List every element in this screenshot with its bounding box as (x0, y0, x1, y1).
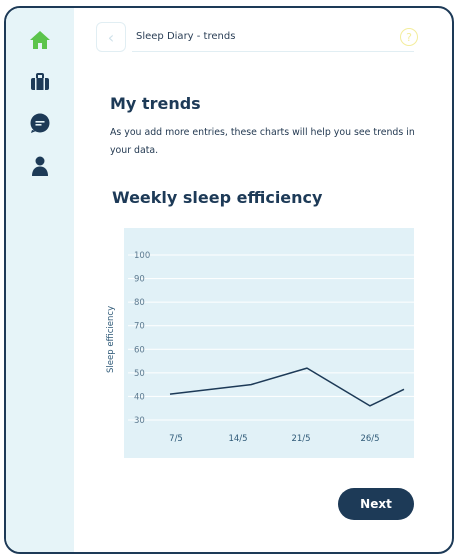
home-icon[interactable] (28, 28, 52, 52)
header-title: Sleep Diary - trends (132, 22, 414, 52)
y-axis-label: Sleep efficiency (106, 306, 116, 373)
x-tick-label: 7/5 (169, 434, 183, 444)
help-icon[interactable]: ? (400, 28, 418, 46)
y-tick-label: 70 (134, 322, 145, 332)
y-tick-label: 80 (134, 298, 145, 308)
briefcase-icon[interactable] (28, 70, 52, 94)
y-tick-label: 50 (134, 369, 145, 379)
back-button[interactable]: ‹ (96, 22, 126, 52)
chat-icon[interactable] (28, 111, 52, 135)
y-tick-label: 30 (134, 416, 145, 426)
next-button[interactable]: Next (338, 488, 414, 520)
y-tick-label: 100 (134, 251, 150, 261)
x-tick-label: 21/5 (291, 434, 310, 444)
x-tick-label: 26/5 (360, 434, 379, 444)
y-tick-label: 60 (134, 345, 145, 355)
user-icon[interactable] (28, 154, 52, 178)
y-tick-label: 40 (134, 392, 145, 402)
chart-title: Weekly sleep efficiency (112, 188, 323, 207)
y-tick-label: 90 (134, 275, 145, 285)
chart-plot-area (124, 228, 414, 458)
sleep-efficiency-chart: 100 90 80 70 60 50 40 30 Sleep efficiency 7/5 14/5… (102, 228, 414, 458)
x-tick-label: 14/5 (228, 434, 247, 444)
page-heading: My trends (110, 94, 201, 113)
sidebar (6, 8, 74, 552)
header-bar: ‹ Sleep Diary - trends ? (96, 20, 426, 60)
chevron-left-icon: ‹ (107, 27, 115, 47)
page-description: As you add more entries, these charts wi… (110, 127, 415, 156)
